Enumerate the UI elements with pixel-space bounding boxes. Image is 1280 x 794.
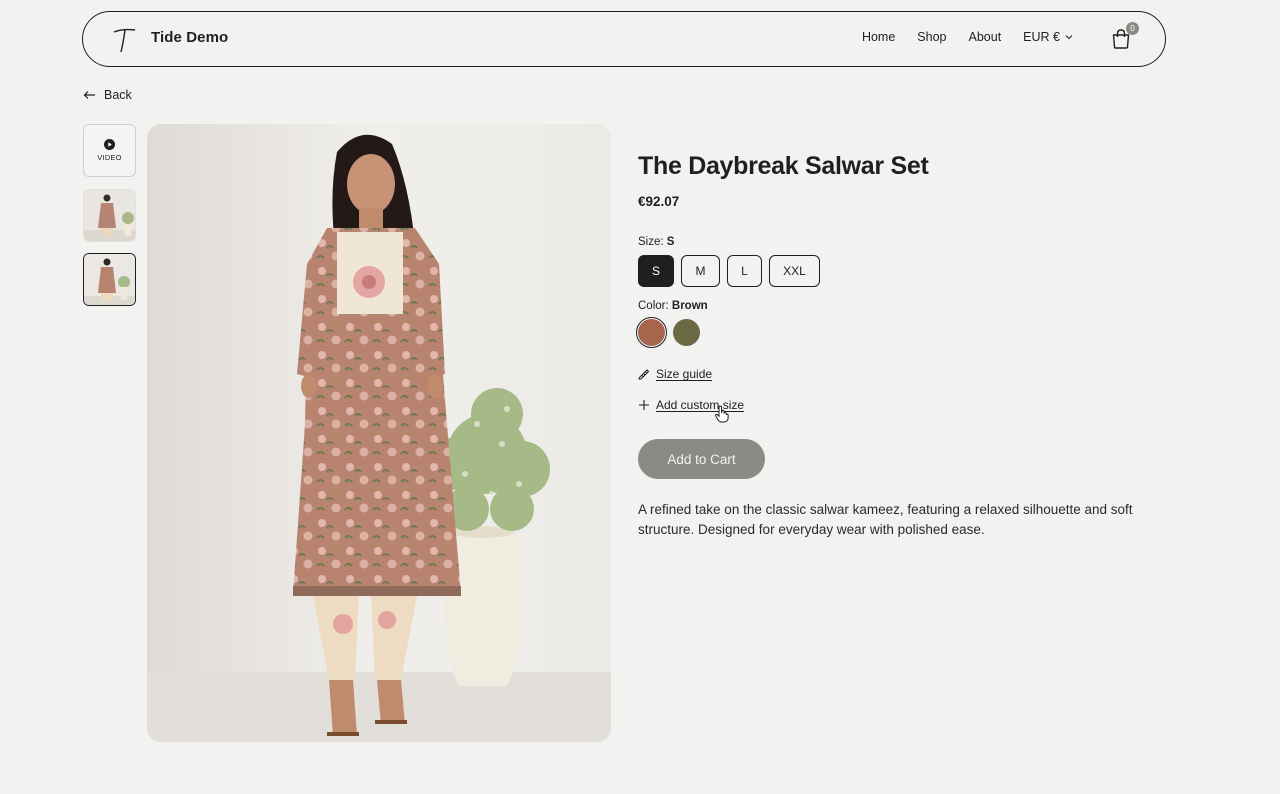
logo-icon[interactable]: [111, 26, 137, 54]
back-link[interactable]: Back: [83, 88, 132, 102]
nav-about[interactable]: About: [969, 30, 1002, 44]
size-guide-link[interactable]: Size guide: [638, 367, 712, 381]
product-description: A refined take on the classic salwar kam…: [638, 502, 1133, 537]
thumbnail-image-1[interactable]: [83, 189, 136, 242]
plus-icon: [639, 400, 649, 410]
arrow-left-icon: [83, 91, 95, 99]
size-option-xxl[interactable]: XXL: [769, 255, 820, 287]
thumbnail-image-2[interactable]: [83, 253, 136, 306]
product-photo: [147, 124, 611, 742]
color-dot: [638, 319, 665, 346]
brand-name[interactable]: Tide Demo: [151, 29, 228, 46]
size-option-l[interactable]: L: [727, 255, 762, 287]
size-option-m[interactable]: M: [681, 255, 720, 287]
main-product-image[interactable]: [147, 124, 611, 742]
product-thumbnail-image: [84, 254, 135, 305]
selected-size: S: [666, 236, 675, 248]
color-label: Color: Brown: [638, 300, 708, 312]
color-swatch-brown[interactable]: [636, 317, 667, 348]
video-label: VIDEO: [97, 153, 122, 162]
size-option-s[interactable]: S: [638, 255, 674, 287]
cart-button[interactable]: 0: [1109, 22, 1139, 51]
currency-selector[interactable]: EUR €: [1023, 30, 1073, 44]
size-guide-label: Size guide: [656, 367, 713, 381]
custom-size-label: Add custom size: [656, 398, 745, 412]
back-label: Back: [104, 88, 132, 102]
chevron-down-icon: [1065, 35, 1073, 40]
thumbnail-video[interactable]: VIDEO: [83, 124, 136, 177]
add-to-cart-button[interactable]: Add to Cart: [638, 439, 765, 479]
product-thumbnail-image: [84, 190, 135, 241]
size-label-text: Size:: [638, 236, 664, 248]
nav-home[interactable]: Home: [862, 30, 895, 44]
currency-label: EUR €: [1023, 30, 1060, 44]
hand-cursor-icon: [714, 405, 729, 423]
color-options: [636, 317, 706, 348]
play-icon: [104, 139, 115, 150]
color-dot: [673, 319, 700, 346]
color-swatch-olive[interactable]: [671, 317, 702, 348]
site-header: Tide Demo Home Shop About EUR € 0: [82, 11, 1166, 67]
product-title: The Daybreak Salwar Set: [638, 152, 929, 180]
size-options: S M L XXL: [638, 255, 827, 287]
ruler-icon: [638, 369, 650, 380]
cart-count-badge: 0: [1126, 22, 1139, 35]
nav-shop[interactable]: Shop: [917, 30, 946, 44]
size-label: Size: S: [638, 236, 674, 248]
product-price: €92.07: [638, 194, 680, 209]
color-label-text: Color:: [638, 300, 669, 312]
main-nav: Home Shop About EUR €: [840, 30, 1073, 44]
selected-color: Brown: [671, 300, 708, 312]
